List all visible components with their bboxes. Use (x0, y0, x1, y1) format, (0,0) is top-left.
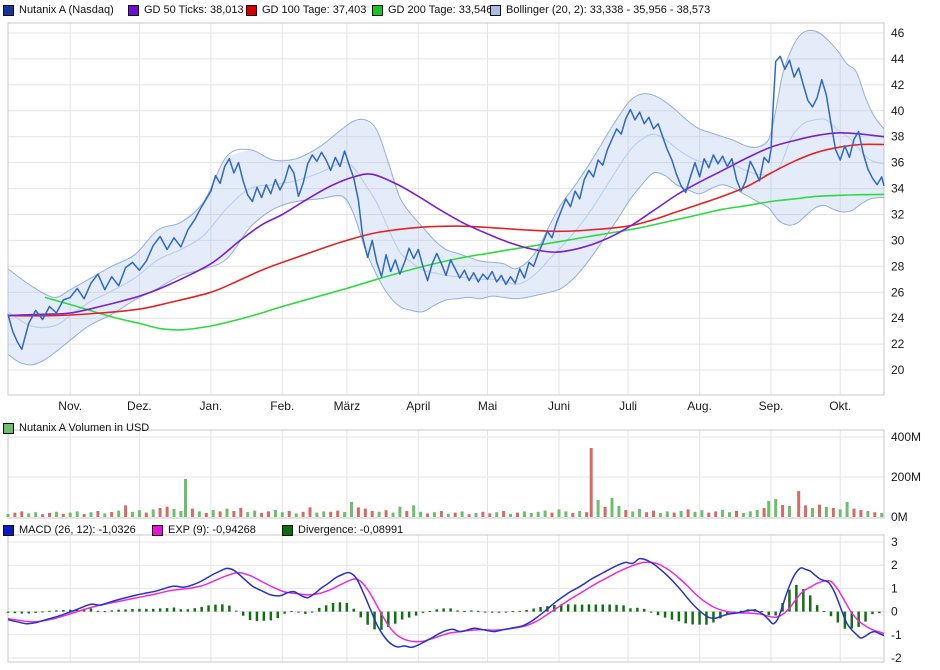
svg-text:Sep.: Sep. (759, 399, 784, 413)
svg-text:Dez.: Dez. (127, 399, 152, 413)
legend-label: MACD (26, 12): -1,0326 (19, 524, 136, 536)
legend-item-exp: EXP (9): -0,94268 (152, 522, 256, 538)
month-axis-labels: Nov. Dez. Jan. Feb. März April Mai Juni Juli Aug.… (58, 399, 851, 413)
macd-axis-labels: 3210-1-2 (891, 535, 902, 665)
svg-text:22: 22 (891, 337, 905, 351)
charts-canvas[interactable]: 4644424038363432302826242220Nov.Dez.Jan.… (0, 0, 940, 670)
svg-text:-2: -2 (891, 651, 902, 665)
legend-label: Nutanix A Volumen in USD (19, 422, 149, 434)
svg-text:42: 42 (891, 78, 905, 92)
legend-label: EXP (9): -0,94268 (168, 524, 256, 536)
volume-panel[interactable] (7, 430, 885, 518)
macd-chart-legend: MACD (26, 12): -1,0326 EXP (9): -0,94268… (0, 522, 940, 540)
svg-text:Mai: Mai (478, 399, 497, 413)
svg-text:Okt.: Okt. (829, 399, 851, 413)
svg-text:-1: -1 (891, 628, 902, 642)
svg-text:0: 0 (891, 605, 898, 619)
svg-text:Aug.: Aug. (687, 399, 712, 413)
volume-bars (7, 448, 884, 517)
legend-item-volume: Nutanix A Volumen in USD (3, 420, 149, 436)
macd-panel[interactable] (7, 535, 884, 662)
svg-text:32: 32 (891, 208, 905, 222)
legend-label: Divergence: -0,08991 (298, 524, 403, 536)
svg-text:Juli: Juli (619, 399, 637, 413)
svg-text:46: 46 (891, 26, 905, 40)
svg-text:Nov.: Nov. (58, 399, 82, 413)
divergence-swatch-icon (282, 525, 293, 536)
volume-chart-legend: Nutanix A Volumen in USD (0, 420, 940, 438)
price-chart-panel[interactable] (8, 23, 884, 395)
svg-text:28: 28 (891, 259, 905, 273)
svg-text:Feb.: Feb. (270, 399, 294, 413)
price-axis-labels: 46 44 42 40 38 36 34 32 30 28 26 24 22 20 (891, 26, 905, 377)
svg-text:38: 38 (891, 130, 905, 144)
macd-swatch-icon (3, 525, 14, 536)
svg-text:Juni: Juni (548, 399, 570, 413)
svg-text:2: 2 (891, 558, 898, 572)
chart-window: Nutanix A (Nasdaq) GD 50 Ticks: 38,013 G… (0, 0, 940, 670)
legend-item-macd: MACD (26, 12): -1,0326 (3, 522, 136, 538)
svg-text:Jan.: Jan. (200, 399, 223, 413)
svg-text:März: März (334, 399, 361, 413)
volume-axis-labels: 400M200M0M (891, 430, 921, 524)
svg-text:April: April (406, 399, 430, 413)
svg-text:200M: 200M (891, 470, 921, 484)
svg-text:44: 44 (891, 52, 905, 66)
svg-text:24: 24 (891, 311, 905, 325)
svg-text:1: 1 (891, 581, 898, 595)
svg-text:36: 36 (891, 156, 905, 170)
svg-text:20: 20 (891, 363, 905, 377)
svg-text:34: 34 (891, 182, 905, 196)
svg-text:30: 30 (891, 233, 905, 247)
divergence-histogram (7, 585, 881, 630)
svg-text:26: 26 (891, 285, 905, 299)
legend-item-divergence: Divergence: -0,08991 (282, 522, 403, 538)
exp-swatch-icon (152, 525, 163, 536)
svg-text:40: 40 (891, 104, 905, 118)
volume-swatch-icon (3, 423, 14, 434)
